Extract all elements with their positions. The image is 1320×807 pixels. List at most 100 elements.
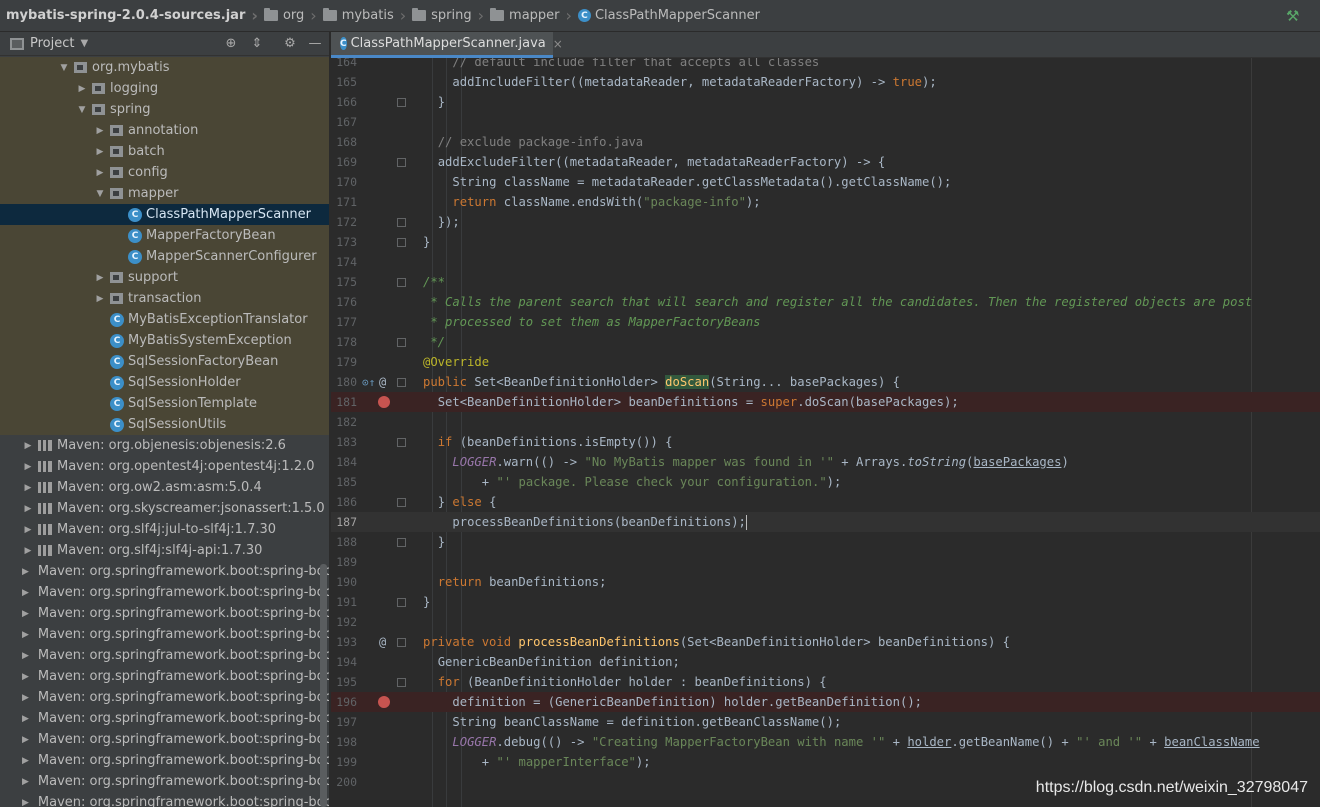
tree-item[interactable]: ▶ Maven: org.springframework.boot:spring-… xyxy=(0,771,329,792)
annotation-marker-icon[interactable]: @ xyxy=(379,375,386,389)
tree-item[interactable]: ▶ Maven: org.springframework.boot:spring-… xyxy=(0,561,329,582)
tree-item[interactable]: ▶CMapperScannerConfigurer xyxy=(0,246,329,267)
line-number[interactable]: 169 xyxy=(331,155,357,169)
line-number[interactable]: 180 xyxy=(331,375,357,389)
tree-item[interactable]: ▶CSqlSessionTemplate xyxy=(0,393,329,414)
code-line[interactable]: 169 addExcludeFilter((metadataReader, met… xyxy=(331,152,1320,172)
tree-item[interactable]: ▶ Maven: org.springframework.boot:spring-… xyxy=(0,645,329,666)
collapse-arrow-icon[interactable]: ▶ xyxy=(22,756,29,766)
tree-item[interactable]: ▶CSqlSessionFactoryBean xyxy=(0,351,329,372)
line-number[interactable]: 174 xyxy=(331,255,357,269)
line-number[interactable]: 171 xyxy=(331,195,357,209)
line-number[interactable]: 198 xyxy=(331,735,357,749)
line-number[interactable]: 166 xyxy=(331,95,357,109)
code-line[interactable]: 198 LOGGER.debug(() -> "Creating MapperFa… xyxy=(331,732,1320,752)
line-number[interactable]: 179 xyxy=(331,355,357,369)
breakpoint-icon[interactable] xyxy=(378,696,390,708)
tree-item[interactable]: ▶ Maven: org.ow2.asm:asm:5.0.4 xyxy=(0,477,329,498)
line-number[interactable]: 195 xyxy=(331,675,357,689)
fold-marker-icon[interactable] xyxy=(397,237,406,247)
code-line[interactable]: 172}); xyxy=(331,212,1320,232)
line-number[interactable]: 199 xyxy=(331,755,357,769)
code-line[interactable]: 165 addIncludeFilter((metadataReader, met… xyxy=(331,72,1320,92)
override-marker-icon[interactable]: ⊙↑ xyxy=(362,376,375,389)
close-icon[interactable]: × xyxy=(553,37,563,51)
line-number[interactable]: 187 xyxy=(331,515,357,529)
line-number[interactable]: 191 xyxy=(331,595,357,609)
line-number[interactable]: 172 xyxy=(331,215,357,229)
fold-marker-icon[interactable] xyxy=(397,277,406,287)
tree-item[interactable]: ▶ Maven: org.springframework.boot:spring-… xyxy=(0,792,329,807)
tree-item[interactable]: ▶ logging xyxy=(0,78,329,99)
collapse-arrow-icon[interactable]: ▶ xyxy=(22,441,34,451)
collapse-arrow-icon[interactable]: ▶ xyxy=(22,672,29,682)
tree-item[interactable]: ▶ Maven: org.springframework.boot:spring-… xyxy=(0,750,329,771)
code-line[interactable]: 193 @ private void processBeanDefinitions(… xyxy=(331,632,1320,652)
tree-item[interactable]: ▶ batch xyxy=(0,141,329,162)
line-number[interactable]: 173 xyxy=(331,235,357,249)
fold-marker-icon[interactable] xyxy=(397,537,406,547)
breadcrumb-item[interactable]: org › xyxy=(263,0,323,32)
breadcrumb-item[interactable]: C ClassPathMapperScanner xyxy=(577,0,760,32)
tree-item[interactable]: ▶CClassPathMapperScanner xyxy=(0,204,329,225)
line-number[interactable]: 196 xyxy=(331,695,357,709)
collapse-arrow-icon[interactable]: ▶ xyxy=(22,714,29,724)
collapse-arrow-icon[interactable]: ▶ xyxy=(76,84,88,94)
line-number[interactable]: 164 xyxy=(331,58,357,69)
tree-item[interactable]: ▶CMyBatisExceptionTranslator xyxy=(0,309,329,330)
collapse-arrow-icon[interactable]: ▶ xyxy=(22,693,29,703)
line-number[interactable]: 192 xyxy=(331,615,357,629)
line-number[interactable]: 188 xyxy=(331,535,357,549)
tree-item[interactable]: ▶CSqlSessionUtils xyxy=(0,414,329,435)
fold-marker-icon[interactable] xyxy=(397,637,406,647)
collapse-arrow-icon[interactable]: ▶ xyxy=(22,735,29,745)
fold-marker-icon[interactable] xyxy=(397,377,406,387)
line-number[interactable]: 181 xyxy=(331,395,357,409)
tree-item[interactable]: ▶ Maven: org.springframework.boot:spring-… xyxy=(0,708,329,729)
line-number[interactable]: 177 xyxy=(331,315,357,329)
build-hammer-icon[interactable]: ⚒ xyxy=(1286,8,1302,24)
locate-target-icon[interactable]: ⊕ xyxy=(222,35,240,53)
code-line[interactable]: 183 if (beanDefinitions.isEmpty()) { xyxy=(331,432,1320,452)
tree-item[interactable]: ▶CMapperFactoryBean xyxy=(0,225,329,246)
expand-arrow-icon[interactable]: ▼ xyxy=(58,63,70,73)
line-number[interactable]: 200 xyxy=(331,775,357,789)
code-line[interactable]: 182 xyxy=(331,412,1320,432)
collapse-arrow-icon[interactable]: ▶ xyxy=(22,525,34,535)
code-line[interactable]: 186} else { xyxy=(331,492,1320,512)
tree-item[interactable]: ▶ Maven: org.springframework.boot:spring-… xyxy=(0,729,329,750)
fold-marker-icon[interactable] xyxy=(397,337,406,347)
project-title[interactable]: Project xyxy=(30,36,74,51)
collapse-arrow-icon[interactable]: ▶ xyxy=(22,462,34,472)
line-number[interactable]: 185 xyxy=(331,475,357,489)
tree-item[interactable]: ▶ Maven: org.springframework.boot:spring-… xyxy=(0,687,329,708)
code-line[interactable]: 180 ⊙↑ @ public Set<BeanDefinitionHolder> d… xyxy=(331,372,1320,392)
fold-marker-icon[interactable] xyxy=(397,217,406,227)
collapse-arrow-icon[interactable]: ▶ xyxy=(22,483,34,493)
collapse-arrow-icon[interactable]: ▶ xyxy=(94,273,106,283)
collapse-all-icon[interactable]: ⇕ xyxy=(248,35,266,53)
collapse-arrow-icon[interactable]: ▶ xyxy=(94,147,106,157)
line-number[interactable]: 165 xyxy=(331,75,357,89)
code-line[interactable]: 167 xyxy=(331,112,1320,132)
tree-item[interactable]: ▶ Maven: org.skyscreamer:jsonassert:1.5.0 xyxy=(0,498,329,519)
breakpoint-icon[interactable] xyxy=(378,396,390,408)
tab-classpathmapperscanner[interactable]: C ClassPathMapperScanner.java × xyxy=(331,32,563,58)
tree-item[interactable]: ▶ Maven: org.objenesis:objenesis:2.6 xyxy=(0,435,329,456)
tree-item[interactable]: ▶ Maven: org.springframework.boot:spring-… xyxy=(0,624,329,645)
code-line[interactable]: 189 xyxy=(331,552,1320,572)
breadcrumb-item[interactable]: mybatis-spring-2.0.4-sources.jar › xyxy=(6,0,264,32)
line-number[interactable]: 176 xyxy=(331,295,357,309)
code-line[interactable]: 191} xyxy=(331,592,1320,612)
fold-marker-icon[interactable] xyxy=(397,497,406,507)
line-number[interactable]: 184 xyxy=(331,455,357,469)
breadcrumb-item[interactable]: spring › xyxy=(412,0,490,32)
tree-item[interactable]: ▼ org.mybatis xyxy=(0,57,329,78)
code-line[interactable]: 187 processBeanDefinitions(beanDefinition… xyxy=(331,512,1320,532)
code-line[interactable]: 184 LOGGER.warn(() -> "No MyBatis mapper … xyxy=(331,452,1320,472)
collapse-arrow-icon[interactable]: ▶ xyxy=(22,777,29,787)
line-number[interactable]: 197 xyxy=(331,715,357,729)
line-number[interactable]: 167 xyxy=(331,115,357,129)
collapse-arrow-icon[interactable]: ▶ xyxy=(22,609,29,619)
hide-panel-icon[interactable]: — xyxy=(306,35,324,53)
